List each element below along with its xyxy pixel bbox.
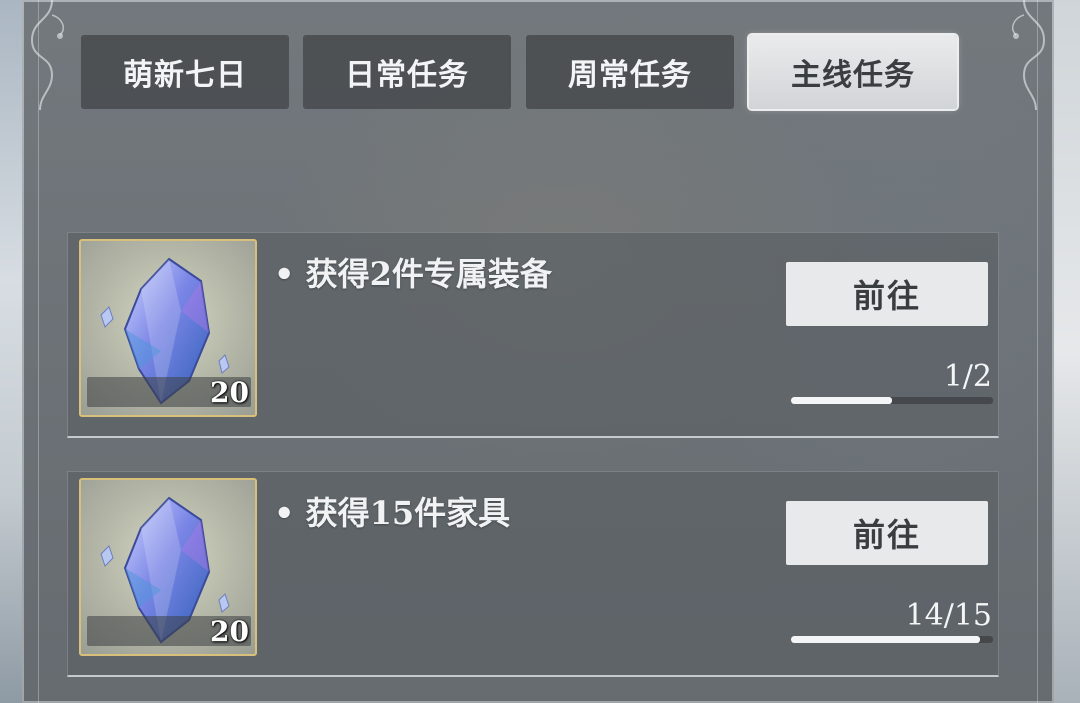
tab-daily-quests[interactable]: 日常任务 [303,35,511,109]
reward-slot[interactable]: 20 [79,478,257,656]
quest-item: 20 • 获得15件家具 前往 14/15 [67,471,999,677]
tab-main-quests[interactable]: 主线任务 [749,35,957,109]
background-right-edge [1054,0,1080,703]
quest-panel: 萌新七日 日常任务 周常任务 主线任务 20 • 获得2件专属装备 前往 1/2… [22,0,1054,703]
progress-fill [791,636,980,643]
progress-text: 14/15 [905,598,992,633]
reward-slot[interactable]: 20 [79,239,257,417]
progress-bar [791,636,993,643]
goto-button[interactable]: 前往 [786,262,988,326]
goto-button[interactable]: 前往 [786,501,988,565]
quest-item: 20 • 获得2件专属装备 前往 1/2 [67,232,999,438]
background-left-edge [0,0,22,703]
reward-count: 20 [210,615,249,648]
tab-weekly-quests[interactable]: 周常任务 [526,35,734,109]
quest-tabs: 萌新七日 日常任务 周常任务 主线任务 [81,35,981,109]
ornament-right-icon [1012,0,1046,110]
ornament-left-icon [30,0,64,110]
progress-fill [791,397,892,404]
progress-bar [791,397,993,404]
quest-title: • 获得2件专属装备 [274,255,552,293]
quest-title: • 获得15件家具 [274,494,511,532]
progress-text: 1/2 [943,359,992,394]
reward-count: 20 [210,376,249,409]
tab-newbie-seven-days[interactable]: 萌新七日 [81,35,289,109]
